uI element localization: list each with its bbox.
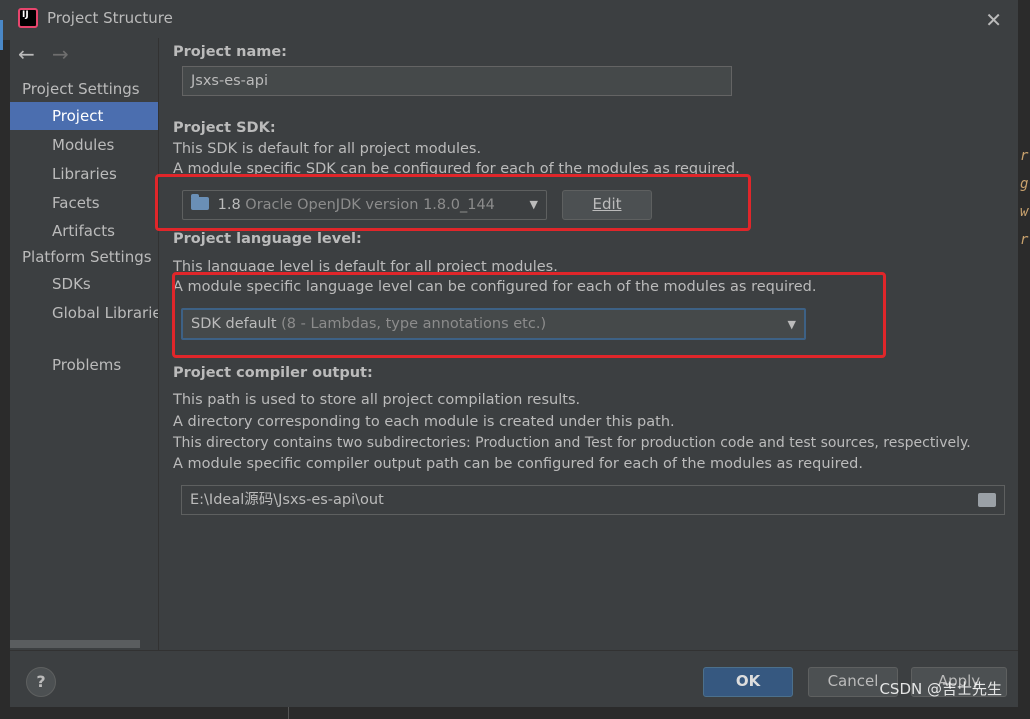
project-structure-dialog: Project Structure ✕ ← → Project Settings…	[10, 0, 1018, 707]
settings-sidebar: ← → Project Settings Project Modules Lib…	[10, 38, 158, 650]
compiler-output-desc-1: This path is used to store all project c…	[173, 392, 581, 408]
title-bar: Project Structure ✕	[10, 0, 1018, 38]
language-level-value: SDK default	[191, 316, 277, 332]
compiler-output-desc-2: A directory corresponding to each module…	[173, 414, 675, 430]
compiler-output-path-input[interactable]: E:\Ideal源码\Jsxs-es-api\out	[181, 485, 1005, 515]
project-name-label: Project name:	[173, 44, 287, 60]
language-level-label: Project language level:	[173, 231, 362, 247]
group-header-project-settings: Project Settings	[22, 80, 140, 98]
project-name-input[interactable]: Jsxs-es-api	[182, 66, 732, 96]
sidebar-item-artifacts[interactable]: Artifacts	[10, 217, 158, 245]
language-level-select[interactable]: SDK default (8 - Lambdas, type annotatio…	[181, 308, 806, 340]
chevron-down-icon: ▼	[787, 318, 796, 331]
project-sdk-desc-2: A module specific SDK can be configured …	[173, 161, 740, 177]
sdk-version: 1.8	[217, 197, 241, 213]
folder-browse-icon[interactable]	[978, 493, 996, 507]
compiler-output-desc-3: This directory contains two subdirectori…	[173, 435, 971, 451]
sidebar-item-facets[interactable]: Facets	[10, 189, 158, 217]
sdk-folder-icon	[191, 194, 209, 210]
project-settings-panel: Project name: Jsxs-es-api Project SDK: T…	[155, 38, 1018, 650]
sidebar-item-libraries[interactable]: Libraries	[10, 160, 158, 188]
project-sdk-label: Project SDK:	[173, 120, 276, 136]
sidebar-item-modules[interactable]: Modules	[10, 131, 158, 159]
language-level-detail: (8 - Lambdas, type annotations etc.)	[281, 316, 547, 332]
chevron-down-icon: ▼	[529, 198, 538, 211]
csdn-watermark: CSDN @吉士先生	[879, 680, 1002, 698]
intellij-app-icon	[18, 8, 38, 28]
sidebar-item-project[interactable]: Project	[10, 102, 158, 130]
sidebar-horizontal-scrollbar[interactable]	[10, 640, 140, 648]
background-statusbar	[0, 705, 1030, 719]
ok-button[interactable]: OK	[703, 667, 793, 697]
compiler-output-path: E:\Ideal源码\Jsxs-es-api\out	[190, 492, 384, 508]
compiler-output-desc-4: A module specific compiler output path c…	[173, 456, 863, 472]
editor-marker	[0, 20, 3, 50]
back-arrow-icon[interactable]: ←	[18, 42, 35, 66]
edit-sdk-button-label: Edit	[592, 195, 622, 213]
project-sdk-desc-1: This SDK is default for all project modu…	[173, 141, 482, 157]
language-level-desc-1: This language level is default for all p…	[173, 259, 558, 275]
sidebar-item-problems[interactable]: Problems	[10, 351, 158, 379]
background-editor-right: rgwr	[1018, 0, 1030, 719]
sdk-detail: Oracle OpenJDK version 1.8.0_144	[245, 197, 495, 213]
dialog-footer: ? OK Cancel Apply	[10, 650, 1018, 707]
group-header-platform-settings: Platform Settings	[22, 248, 152, 266]
sidebar-item-global-libraries[interactable]: Global Libraries	[10, 299, 158, 327]
statusbar-separator	[288, 705, 289, 719]
project-sdk-select[interactable]: 1.8 Oracle OpenJDK version 1.8.0_144 ▼	[182, 190, 547, 220]
dialog-title: Project Structure	[47, 9, 173, 27]
compiler-output-label: Project compiler output:	[173, 365, 373, 381]
language-level-desc-2: A module specific language level can be …	[173, 279, 817, 295]
forward-arrow-icon[interactable]: →	[52, 42, 69, 66]
help-button[interactable]: ?	[26, 667, 56, 697]
history-nav: ← →	[10, 40, 158, 68]
close-icon[interactable]: ✕	[985, 8, 1002, 32]
sidebar-item-sdks[interactable]: SDKs	[10, 270, 158, 298]
edit-sdk-button[interactable]: Edit	[562, 190, 652, 220]
background-editor-left	[0, 0, 10, 719]
